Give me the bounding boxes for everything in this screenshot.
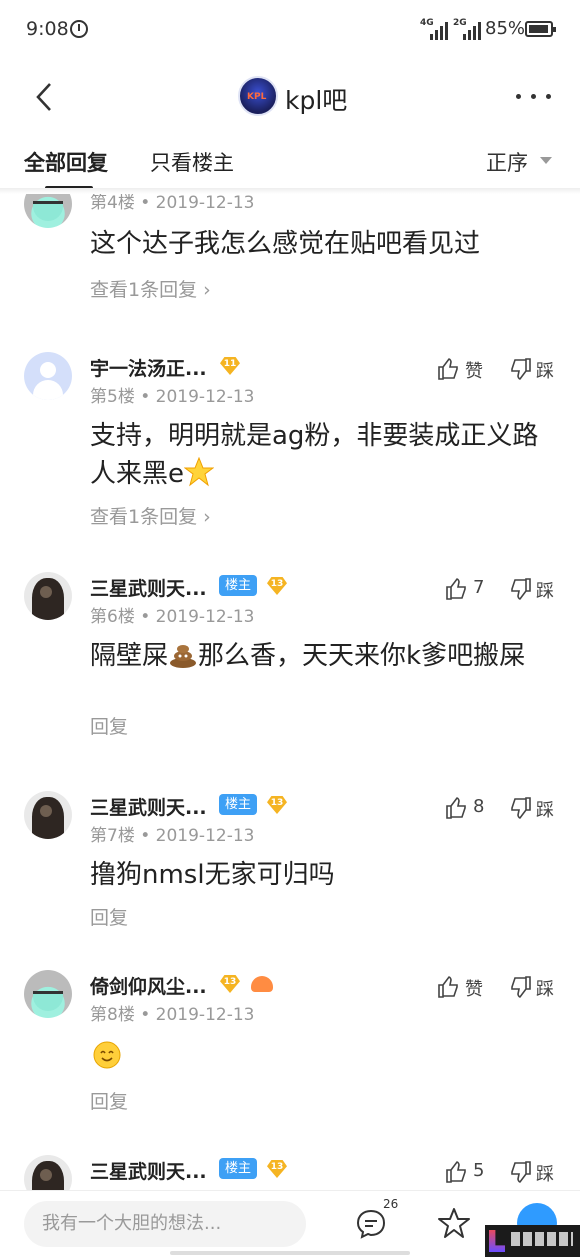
avatar[interactable] (24, 190, 72, 228)
owner-badge: 楼主 (219, 1158, 258, 1179)
post-content: 撸狗nmsl无家可归吗 (90, 860, 335, 890)
dislike-button[interactable]: 踩 (508, 355, 568, 383)
post-meta: 第5楼 • 2019-12-13 (90, 387, 255, 407)
dislike-button[interactable]: 踩 (508, 1158, 568, 1186)
tab-owner-only[interactable]: 只看楼主 (150, 147, 234, 177)
thumb-up-icon (446, 797, 466, 819)
post-meta: 第8楼 • 2019-12-13 (90, 1005, 255, 1025)
owner-badge: 楼主 (219, 575, 258, 596)
network-type: 2G (453, 18, 467, 28)
reply-link[interactable]: 回复 (90, 903, 128, 930)
like-button[interactable]: 赞 (437, 355, 497, 383)
battery-percent: 85% (485, 18, 526, 39)
avatar[interactable] (24, 352, 72, 400)
thumb-up-icon (438, 976, 458, 998)
post-meta: 第6楼 • 2019-12-13 (90, 607, 255, 627)
reply-tabs: 全部回复 只看楼主 正序 (0, 135, 580, 190)
like-button[interactable]: 5 (445, 1158, 495, 1186)
list-item: 宇一法汤正... 11 赞 踩 第5楼 • 2019-12-13 支持，明明就是… (0, 342, 580, 532)
list-item: 倚剑仰风尘... 13 赞 踩 第8楼 • 2019-12-13 回复 (0, 960, 580, 1120)
reply-link[interactable]: 回复 (90, 712, 128, 739)
star-icon[interactable] (437, 1206, 471, 1240)
level-badge: 11 (220, 357, 240, 375)
thumb-down-icon (511, 976, 531, 998)
status-bar: 9:08 4G 2G 85% (0, 0, 580, 60)
like-button[interactable]: 7 (445, 575, 495, 603)
post-content: 支持，明明就是ag粉，非要装成正义路人来黑e (90, 421, 539, 489)
username[interactable]: 倚剑仰风尘... (90, 972, 207, 999)
thumb-up-icon (438, 358, 458, 380)
dislike-button[interactable]: 踩 (508, 973, 568, 1001)
forum-logo[interactable]: KPL (238, 76, 278, 116)
username[interactable]: 三星武则天... (90, 1157, 207, 1184)
thumb-down-icon (511, 358, 531, 380)
thumb-up-icon (446, 578, 466, 600)
nav-bar: KPL kpl吧 (0, 60, 580, 135)
battery-icon (525, 21, 556, 37)
forum-name[interactable]: kpl吧 (285, 81, 347, 117)
list-item: 第4楼 • 2019-12-13 这个达子我怎么感觉在贴吧看见过 查看1条回复 … (0, 190, 580, 310)
comment-icon[interactable] (355, 1208, 387, 1240)
username[interactable]: 宇一法汤正... (90, 354, 207, 381)
chevron-down-icon[interactable] (540, 157, 552, 164)
signal-icon: 4G (420, 18, 448, 40)
back-icon[interactable] (30, 82, 60, 112)
post-content: 这个达子我怎么感觉在贴吧看见过 (90, 229, 481, 259)
site-watermark (485, 1225, 580, 1257)
star-emoji (184, 457, 214, 487)
forum-logo-text: KPL (247, 92, 267, 102)
home-indicator[interactable] (170, 1251, 410, 1255)
sort-order[interactable]: 正序 (486, 147, 528, 177)
list-item: 三星武则天... 楼主 13 7 踩 第6楼 • 2019-12-13 隔壁屎那… (0, 562, 580, 752)
comment-count: 26 (383, 1197, 399, 1211)
avatar[interactable] (24, 970, 72, 1018)
tabs-divider (0, 188, 580, 194)
poop-emoji (170, 645, 197, 668)
level-badge: 13 (267, 796, 287, 814)
level-badge: 13 (267, 1160, 287, 1178)
avatar[interactable] (24, 572, 72, 620)
signal-icon: 2G (453, 18, 481, 40)
status-time: 9:08 (26, 18, 69, 40)
dislike-button[interactable]: 踩 (508, 575, 568, 603)
tab-all-replies[interactable]: 全部回复 (24, 147, 108, 177)
like-button[interactable]: 8 (445, 794, 495, 822)
smile-emoji (93, 1041, 121, 1069)
medal-icon (251, 976, 273, 992)
reply-list: 第4楼 • 2019-12-13 这个达子我怎么感觉在贴吧看见过 查看1条回复 … (0, 190, 580, 1190)
level-badge: 13 (220, 975, 240, 993)
view-replies-link[interactable]: 查看1条回复 › (90, 502, 211, 529)
thumb-down-icon (511, 1161, 531, 1183)
thumb-up-icon (446, 1161, 466, 1183)
post-meta: 第7楼 • 2019-12-13 (90, 826, 255, 846)
post-content: 隔壁屎 那么香，天天来你k爹吧搬屎 (90, 641, 526, 671)
thumb-down-icon (511, 797, 531, 819)
more-icon[interactable] (516, 94, 552, 102)
list-item: 三星武则天... 楼主 13 5 踩 (0, 1145, 580, 1190)
list-item: 三星武则天... 楼主 13 8 踩 第7楼 • 2019-12-13 撸狗nm… (0, 781, 580, 931)
level-badge: 13 (267, 577, 287, 595)
like-button[interactable]: 赞 (437, 973, 497, 1001)
username[interactable]: 三星武则天... (90, 574, 207, 601)
alarm-icon (70, 20, 88, 38)
username[interactable]: 三星武则天... (90, 793, 207, 820)
reply-link[interactable]: 回复 (90, 1087, 128, 1114)
avatar[interactable] (24, 791, 72, 839)
network-type: 4G (420, 18, 434, 28)
reply-input[interactable]: 我有一个大胆的想法... (24, 1201, 306, 1247)
owner-badge: 楼主 (219, 794, 258, 815)
view-replies-link[interactable]: 查看1条回复 › (90, 275, 211, 302)
thumb-down-icon (511, 578, 531, 600)
avatar[interactable] (24, 1155, 72, 1190)
dislike-button[interactable]: 踩 (508, 794, 568, 822)
